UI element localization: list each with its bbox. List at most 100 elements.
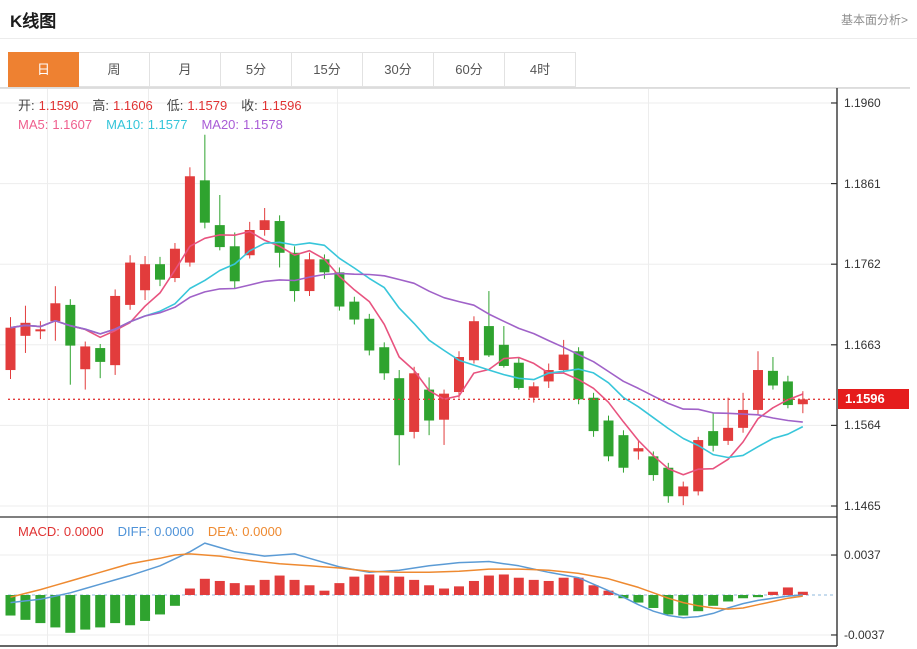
- macd-bar: [230, 583, 240, 595]
- macd-bar: [245, 585, 255, 595]
- legend-value: 1.1577: [148, 117, 188, 132]
- macd-bar: [574, 578, 584, 595]
- price-axis-label: 1.1960: [844, 96, 881, 110]
- tab-周[interactable]: 周: [79, 52, 150, 87]
- candle-body: [514, 363, 524, 388]
- macd-bar: [499, 574, 509, 595]
- header-divider: [0, 38, 917, 39]
- macd-bar: [275, 576, 285, 595]
- period-tabbar: 日周月5分15分30分60分4时: [0, 52, 910, 88]
- macd-bar: [469, 581, 479, 595]
- candle-body: [663, 468, 673, 496]
- macd-bar: [20, 595, 30, 620]
- macd-bar: [723, 595, 733, 601]
- candle-body: [6, 328, 16, 370]
- legend-label: 收:: [241, 98, 258, 113]
- macd-bar: [65, 595, 75, 633]
- candle-body: [200, 180, 210, 222]
- candle-body: [319, 259, 329, 272]
- tab-15分[interactable]: 15分: [292, 52, 363, 87]
- legend-label: MA10:: [106, 117, 144, 132]
- candle-body: [798, 399, 808, 404]
- kline-widget: K线图 基本面分析> 日周月5分15分30分60分4时 开:1.1590高:1.…: [0, 0, 917, 649]
- legend-value: 1.1607: [52, 117, 92, 132]
- macd-bar: [170, 595, 180, 606]
- macd-bar: [349, 577, 359, 595]
- legend-value: 0.0000: [242, 524, 282, 539]
- candle-body: [454, 357, 464, 392]
- macd-bar: [394, 577, 404, 595]
- macd-bar: [290, 580, 300, 595]
- candle-body: [379, 347, 389, 373]
- macd-bar: [454, 586, 464, 595]
- macd-bar: [783, 587, 793, 595]
- price-axis-label: 1.1465: [844, 499, 881, 513]
- ohlc-legend: 开:1.1590高:1.1606低:1.1579收:1.1596: [18, 95, 316, 114]
- tab-60分[interactable]: 60分: [434, 52, 505, 87]
- tab-5分[interactable]: 5分: [221, 52, 292, 87]
- macd-bar: [334, 583, 344, 595]
- macd-bar: [6, 595, 16, 616]
- candle-body: [424, 390, 434, 421]
- macd-bar: [80, 595, 90, 630]
- page-title: K线图: [10, 7, 56, 32]
- last-price-badge: 1.1596: [838, 389, 909, 409]
- candle-body: [604, 421, 614, 457]
- macd-bar: [379, 576, 389, 595]
- candle-body: [633, 448, 643, 451]
- legend-value: 1.1596: [262, 98, 302, 113]
- legend-label: 开:: [18, 98, 35, 113]
- candle-body: [140, 264, 150, 290]
- macd-bar: [708, 595, 718, 606]
- macd-bar: [95, 595, 105, 627]
- candle-body: [768, 371, 778, 386]
- price-axis-label: 1.1663: [844, 338, 881, 352]
- candle-body: [125, 263, 135, 305]
- macd-bar: [529, 580, 539, 595]
- candle-body: [708, 431, 718, 446]
- tab-4时[interactable]: 4时: [505, 52, 576, 87]
- candle-body: [305, 259, 315, 291]
- macd-bar: [200, 579, 210, 595]
- macd-bar: [589, 585, 599, 595]
- tab-日[interactable]: 日: [8, 52, 79, 87]
- macd-bar: [305, 585, 315, 595]
- tab-30分[interactable]: 30分: [363, 52, 434, 87]
- macd-bar: [738, 595, 748, 598]
- macd-bar: [768, 592, 778, 595]
- price-axis-label: 1.1861: [844, 177, 881, 191]
- macd-axis-label: -0.0037: [844, 628, 885, 642]
- macd-bar: [50, 595, 60, 627]
- macd-bar: [693, 595, 703, 611]
- fundamental-analysis-link[interactable]: 基本面分析>: [841, 11, 908, 28]
- legend-value: 0.0000: [64, 524, 104, 539]
- macd-bar: [753, 595, 763, 597]
- candle-body: [80, 346, 90, 369]
- macd-bar: [559, 578, 569, 595]
- legend-label: DEA:: [208, 524, 238, 539]
- candle-body: [349, 302, 359, 320]
- macd-bar: [155, 595, 165, 614]
- macd-bar: [260, 580, 270, 595]
- candle-body: [753, 370, 763, 410]
- macd-bar: [140, 595, 150, 621]
- macd-bar: [424, 585, 434, 595]
- legend-label: MA20:: [201, 117, 239, 132]
- candle-body: [738, 410, 748, 428]
- legend-label: DIFF:: [118, 524, 151, 539]
- legend-value: 0.0000: [154, 524, 194, 539]
- macd-bar: [364, 574, 374, 595]
- candle-body: [185, 176, 195, 262]
- legend-value: 1.1579: [187, 98, 227, 113]
- tab-月[interactable]: 月: [150, 52, 221, 87]
- macd-axis-label: 0.0037: [844, 548, 881, 562]
- legend-value: 1.1590: [39, 98, 79, 113]
- price-axis-label: 1.1762: [844, 257, 881, 271]
- candle-body: [260, 220, 270, 230]
- macd-bar: [633, 595, 643, 603]
- candle-body: [95, 348, 105, 362]
- macd-bar: [648, 595, 658, 608]
- macd-bar: [110, 595, 120, 623]
- candle-body: [529, 386, 539, 397]
- kline-chart-canvas[interactable]: [0, 88, 910, 649]
